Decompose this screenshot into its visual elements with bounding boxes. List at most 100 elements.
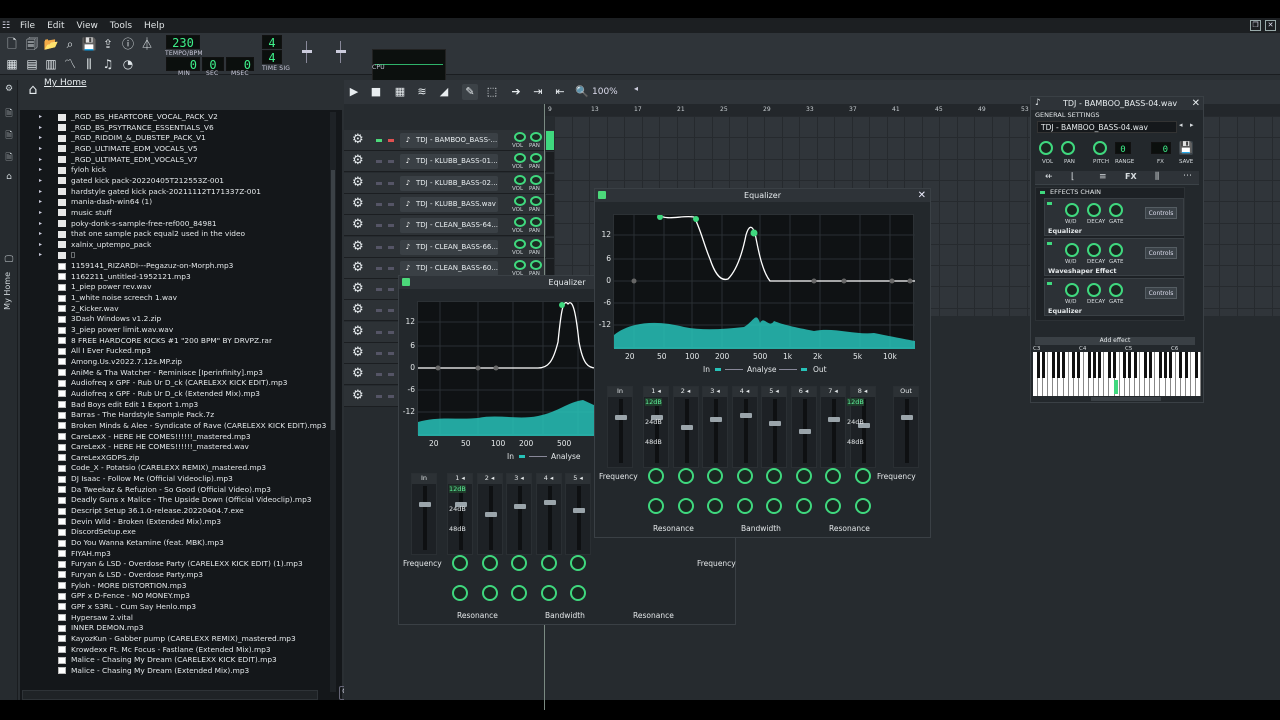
- track-row[interactable]: ⚙ ♪ TDJ - KLUBB_BASS-02... VOL PAN: [344, 172, 554, 194]
- time-sec-display[interactable]: 0: [202, 57, 224, 72]
- file-list-item[interactable]: Descript Setup 36.1.0-release.20220404.7…: [58, 506, 244, 516]
- band-1-resonance-knob[interactable]: [648, 498, 664, 514]
- solo-led[interactable]: [388, 373, 394, 377]
- black-key[interactable]: [1179, 352, 1183, 378]
- black-key[interactable]: [1041, 352, 1045, 378]
- file-list-item[interactable]: Broken Minds & Alee - Syndicate of Rave …: [58, 421, 326, 431]
- menu-file[interactable]: File: [14, 21, 41, 31]
- band-1-frequency-knob[interactable]: [648, 468, 664, 484]
- next-instrument-icon[interactable]: ▸: [1190, 121, 1194, 129]
- black-key[interactable]: [1092, 352, 1096, 378]
- track-vol-knob[interactable]: [514, 259, 526, 270]
- solo-led[interactable]: [388, 224, 394, 228]
- band-1-resonance-knob[interactable]: [452, 585, 468, 601]
- home-tab-icon[interactable]: ⌂: [3, 172, 15, 184]
- solo-led[interactable]: [388, 330, 394, 334]
- close-icon[interactable]: ✕: [1265, 20, 1276, 31]
- band-1-frequency-knob[interactable]: [452, 555, 468, 571]
- file-list-item[interactable]: Code_X - Potatsio (CARELEXX REMIX)_maste…: [58, 463, 266, 473]
- gain-range-label[interactable]: 12dB: [449, 485, 466, 493]
- tempo-display[interactable]: 230: [166, 35, 200, 50]
- track-vol-knob[interactable]: [514, 153, 526, 164]
- track-name-button[interactable]: ♪ TDJ - CLEAN_BASS-60...: [400, 260, 498, 276]
- controller-rack-icon[interactable]: ♫: [100, 56, 116, 72]
- song-editor-icon[interactable]: ▦: [4, 56, 20, 72]
- draw-mode-icon[interactable]: ✎: [462, 84, 478, 100]
- vol-knob[interactable]: [1039, 141, 1053, 155]
- file-list-item[interactable]: FIYAH.mp3: [58, 549, 111, 559]
- save-preset-icon[interactable]: 💾: [1179, 141, 1193, 155]
- mute-led[interactable]: [376, 202, 382, 206]
- black-key[interactable]: [1128, 352, 1132, 378]
- file-list-item[interactable]: CareLexX - HERE HE COMES!!!!!!_mastered.…: [58, 432, 251, 442]
- mute-led[interactable]: [376, 309, 382, 313]
- new-project-icon[interactable]: 🗋: [4, 36, 20, 52]
- band-4-frequency-knob[interactable]: [540, 555, 557, 571]
- file-list-item[interactable]: Bad Boys edit Edit 1 Export 1.mp3: [58, 400, 198, 410]
- equalizer-titlebar-front[interactable]: Equalizer ✕: [595, 189, 930, 202]
- file-list-item[interactable]: 3Dash Windows v1.2.zip: [58, 314, 161, 324]
- black-key[interactable]: [1164, 352, 1168, 378]
- black-key[interactable]: [1057, 352, 1060, 378]
- project-notes-icon[interactable]: ◔: [120, 56, 136, 72]
- file-list-item[interactable]: Furyan & LSD - Overdose Party (CARELEXX …: [58, 559, 303, 569]
- track-name-button[interactable]: ♪ TDJ - BAMBOO_BASS-...: [400, 133, 498, 148]
- track-settings-icon[interactable]: ⚙: [352, 154, 366, 168]
- pitch-knob[interactable]: [1093, 141, 1107, 155]
- add-effect-button[interactable]: Add effect: [1035, 337, 1195, 345]
- file-list-item[interactable]: All I Ever Fucked.mp3: [58, 346, 151, 356]
- expand-arrow-icon[interactable]: ▸: [39, 112, 42, 122]
- effect-enable-led[interactable]: [1047, 242, 1052, 245]
- band-6-resonance-knob[interactable]: [795, 498, 812, 514]
- band-3-fader[interactable]: 3 ◂: [506, 473, 532, 555]
- black-key[interactable]: [1194, 352, 1198, 378]
- band-5-frequency-knob[interactable]: [766, 468, 782, 484]
- band-5-fader[interactable]: 5 ◂: [565, 473, 591, 555]
- file-list-item[interactable]: Malice - Chasing My Dream (CARELEXX KICK…: [58, 655, 277, 665]
- export-icon[interactable]: ⇪: [100, 36, 116, 52]
- expand-arrow-icon[interactable]: ▸: [39, 187, 42, 197]
- file-list-item[interactable]: 2_Kicker.wav: [58, 304, 119, 314]
- track-vol-knob[interactable]: [514, 174, 526, 185]
- effect-gate-knob[interactable]: [1109, 283, 1123, 297]
- black-key[interactable]: [1159, 352, 1162, 378]
- band-4-resonance-knob[interactable]: [736, 498, 753, 514]
- solo-led[interactable]: [388, 160, 394, 164]
- track-settings-icon[interactable]: ⚙: [352, 175, 366, 190]
- black-key[interactable]: [1113, 352, 1117, 378]
- file-list-item[interactable]: Hypersaw 2.vital: [58, 613, 133, 623]
- band-5-fader[interactable]: 5 ◂: [761, 386, 787, 468]
- file-list-item[interactable]: CareLexXGDPS.zip: [58, 453, 140, 463]
- band-3-resonance-knob[interactable]: [707, 498, 723, 514]
- time-msec-display[interactable]: 0: [226, 57, 254, 72]
- recent-projects-icon[interactable]: ⌕: [62, 36, 78, 52]
- functions-tab-icon[interactable]: ≡: [1099, 172, 1107, 182]
- expand-arrow-icon[interactable]: ▸: [39, 240, 42, 250]
- track-settings-icon[interactable]: ⚙: [352, 367, 366, 381]
- solo-led[interactable]: [388, 266, 394, 270]
- band-3-frequency-knob[interactable]: [707, 468, 723, 484]
- piano-keyboard[interactable]: [1033, 352, 1202, 396]
- solo-led[interactable]: [388, 394, 394, 398]
- browser-scrollbar[interactable]: [330, 112, 336, 692]
- mute-led[interactable]: [376, 181, 382, 185]
- file-list-item[interactable]: Krowdexx Ft. Mc Focus - Fastlane (Extend…: [58, 645, 271, 655]
- file-list-item[interactable]: DJ Isaac - Follow Me (Official Videoclip…: [58, 474, 233, 484]
- file-list-item[interactable]: ▸ that one sample pack equal2 used in the…: [39, 229, 245, 239]
- black-key[interactable]: [1097, 352, 1101, 378]
- black-key[interactable]: [1072, 352, 1076, 378]
- file-list-item[interactable]: ▸ mania-dash-win64 (1): [39, 197, 152, 207]
- file-list-item[interactable]: DiscordSetup.exe: [58, 527, 136, 537]
- close-equalizer-icon[interactable]: ✕: [918, 189, 926, 202]
- file-list-item[interactable]: Among.Us.v2022.7.12s.MP.zip: [58, 357, 182, 367]
- file-list-item[interactable]: 1_piep power rev.wav: [58, 282, 151, 292]
- track-row[interactable]: ⚙ ♪ TDJ - KLUBB_BASS.wav VOL PAN: [344, 193, 554, 215]
- track-pan-knob[interactable]: [530, 238, 542, 249]
- time-sig-denominator[interactable]: 4: [262, 50, 282, 65]
- gain-range-label[interactable]: 48dB: [449, 525, 466, 533]
- track-settings-icon[interactable]: ⚙: [352, 133, 366, 147]
- band-5-resonance-knob[interactable]: [570, 585, 586, 601]
- zoom-dropdown-icon[interactable]: ◂: [634, 84, 638, 93]
- file-list-item[interactable]: Barras - The Hardstyle Sample Pack.7z: [58, 410, 214, 420]
- master-pitch-slider[interactable]: [336, 41, 362, 63]
